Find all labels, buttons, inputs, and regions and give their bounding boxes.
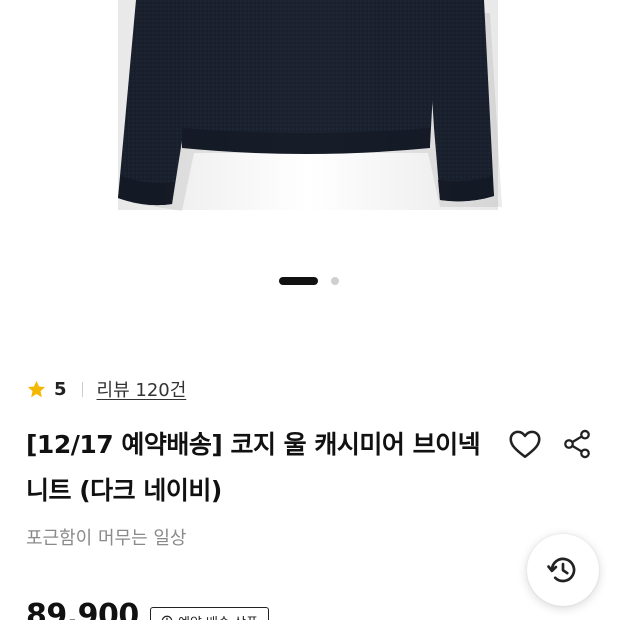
- product-detail-page: 5 리뷰 120건 [12/17 예약배송] 코지 울 캐시미어 브이넥 니트 …: [0, 0, 620, 620]
- delivery-badge: 예약 배송 상품: [150, 607, 270, 620]
- clock-icon: [161, 615, 173, 620]
- product-subtitle: 포근함이 머무는 일상: [26, 528, 187, 549]
- share-button[interactable]: [557, 424, 597, 464]
- sweater-image: [118, 0, 502, 211]
- heart-icon: [509, 430, 541, 459]
- rating-divider: [81, 381, 83, 397]
- carousel-dot[interactable]: [331, 277, 339, 285]
- carousel-dot-active[interactable]: [279, 277, 318, 285]
- share-icon: [564, 429, 590, 459]
- delivery-badge-label: 예약 배송 상품: [178, 612, 258, 620]
- carousel-indicator: [0, 276, 620, 286]
- like-button[interactable]: [505, 424, 545, 464]
- star-icon: [27, 380, 46, 397]
- rating-score: 5: [54, 378, 67, 400]
- product-image[interactable]: [0, 0, 620, 260]
- rating-row: 5 리뷰 120건: [26, 374, 186, 404]
- product-price: 89,900: [26, 598, 139, 620]
- product-title: [12/17 예약배송] 코지 울 캐시미어 브이넥 니트 (다크 네이비): [26, 430, 481, 505]
- review-count-link[interactable]: 리뷰 120건: [97, 376, 187, 402]
- product-title-wrap: [12/17 예약배송] 코지 울 캐시미어 브이넥 니트 (다크 네이비): [26, 422, 494, 514]
- history-icon: [547, 557, 576, 583]
- recent-history-button[interactable]: [527, 534, 599, 606]
